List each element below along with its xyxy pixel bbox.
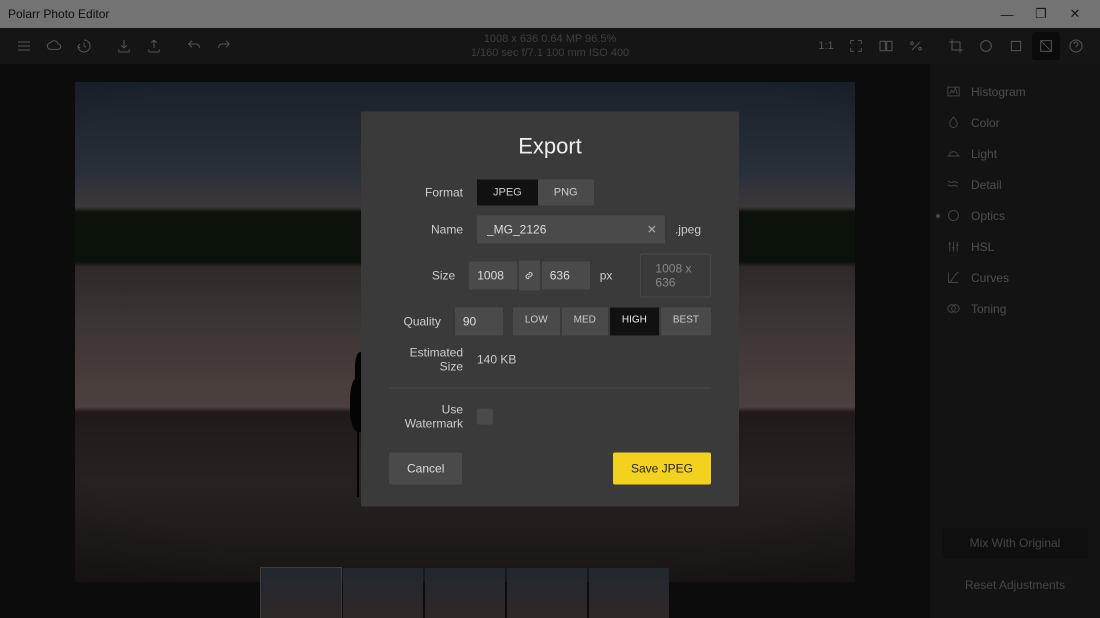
- quality-med-button[interactable]: MED: [562, 308, 608, 336]
- size-display: 1008 x 636: [640, 254, 711, 298]
- clear-name-icon[interactable]: ✕: [647, 223, 657, 237]
- width-input[interactable]: [469, 262, 517, 290]
- size-label: Size: [389, 269, 469, 283]
- format-png-button[interactable]: PNG: [538, 180, 594, 206]
- watermark-label: Use Watermark: [389, 403, 477, 431]
- watermark-checkbox[interactable]: [477, 409, 493, 425]
- link-dimensions-icon[interactable]: [519, 261, 540, 291]
- quality-input[interactable]: [455, 308, 503, 336]
- height-input[interactable]: [542, 262, 590, 290]
- cancel-button[interactable]: Cancel: [389, 453, 462, 485]
- quality-best-button[interactable]: BEST: [661, 308, 711, 336]
- quality-high-button[interactable]: HIGH: [610, 308, 659, 336]
- save-jpeg-button[interactable]: Save JPEG: [613, 453, 711, 485]
- format-jpeg-button[interactable]: JPEG: [477, 180, 538, 206]
- quality-label: Quality: [389, 315, 455, 329]
- filename-input[interactable]: [477, 216, 665, 244]
- export-dialog: Export Format JPEG PNG Name ✕ .jpeg Size…: [361, 112, 739, 507]
- quality-low-button[interactable]: LOW: [513, 308, 560, 336]
- size-unit: px: [590, 269, 623, 283]
- estimated-label: Estimated Size: [389, 346, 477, 374]
- export-title: Export: [389, 134, 711, 160]
- name-label: Name: [389, 223, 477, 237]
- estimated-value: 140 KB: [477, 346, 516, 374]
- file-extension: .jpeg: [665, 216, 711, 244]
- format-label: Format: [389, 186, 477, 200]
